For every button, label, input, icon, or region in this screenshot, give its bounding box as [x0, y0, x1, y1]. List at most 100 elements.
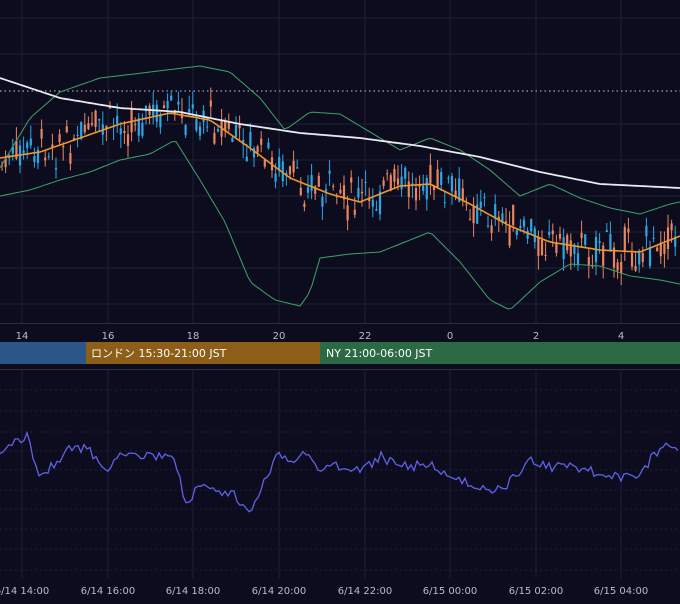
candle-body	[26, 142, 29, 149]
candle-body	[47, 156, 50, 158]
candle-body	[634, 266, 637, 271]
candle-body	[386, 173, 389, 175]
session-tokyo-block	[0, 342, 86, 364]
candle-body	[141, 122, 144, 136]
candle-body	[620, 261, 623, 273]
candle-body	[90, 123, 94, 125]
candle-body	[548, 231, 551, 236]
oscillator-axis-tick-label: 6/15 04:00	[594, 586, 648, 597]
candle-body	[321, 196, 324, 207]
candle-body	[206, 126, 209, 128]
candle-body	[65, 126, 68, 133]
session-bar: ロンドン 15:30-21:00 JST NY 21:00-06:00 JST	[0, 342, 680, 364]
chart-canvas[interactable]: 14 16 18 20 22 0 2 4 ロンドン 15:30-21:00 JS…	[0, 0, 680, 600]
candle-body	[353, 209, 356, 215]
candle-body	[260, 138, 263, 145]
candle-body	[310, 175, 313, 192]
candle-body	[306, 187, 310, 193]
candle-body	[440, 172, 443, 185]
candle-body	[249, 132, 252, 147]
candle-body	[429, 164, 432, 184]
candle-body	[216, 129, 220, 132]
candle-body	[400, 176, 403, 190]
candle-body	[339, 189, 342, 194]
candle-body	[630, 252, 634, 267]
candle-body	[33, 156, 36, 163]
candle-body	[116, 115, 119, 124]
candle-body	[119, 128, 122, 135]
candle-body	[191, 104, 194, 109]
candle-body	[486, 225, 490, 227]
candle-body	[324, 189, 328, 192]
candle-body	[425, 178, 428, 200]
candle-body	[530, 218, 533, 232]
price-axis-tick-label: 0	[447, 331, 453, 342]
candle-body	[666, 227, 670, 249]
candle-body	[422, 185, 425, 191]
candle-body	[40, 129, 43, 139]
candle-body	[512, 204, 515, 226]
price-axis-tick-label: 16	[102, 331, 115, 342]
candle-body	[296, 167, 299, 169]
candle-body	[274, 173, 277, 182]
candle-body	[87, 123, 90, 130]
candle-body	[623, 226, 626, 251]
candle-body	[332, 186, 335, 188]
candle-body	[83, 124, 86, 133]
candle-body	[519, 225, 522, 228]
candle-body	[551, 230, 554, 235]
candle-body	[598, 241, 601, 243]
candle-body	[670, 223, 673, 231]
candle-body	[170, 95, 173, 101]
candle-body	[479, 201, 482, 208]
candle-body	[656, 247, 659, 252]
candle-body	[234, 125, 238, 137]
candle-body	[450, 176, 454, 192]
candle-body	[544, 254, 547, 256]
candle-body	[256, 146, 259, 153]
candle-body	[231, 137, 234, 143]
candle-body	[580, 232, 583, 239]
candle-body	[98, 118, 101, 121]
candle-body	[267, 142, 270, 149]
candle-body	[562, 237, 565, 260]
candle-body	[494, 204, 497, 219]
candle-body	[393, 168, 396, 182]
candle-body	[209, 100, 212, 107]
candle-body	[663, 244, 666, 254]
oscillator-axis-tick-label: 6/15 00:00	[423, 586, 477, 597]
candle-body	[299, 187, 302, 195]
candle-body	[288, 166, 292, 175]
candle-body	[576, 253, 580, 265]
candle-body	[522, 219, 526, 227]
candle-body	[184, 125, 187, 136]
candle-body	[605, 230, 608, 232]
candle-body	[76, 135, 79, 136]
price-axis-tick-label: 14	[16, 331, 29, 342]
price-axis-tick-label: 2	[533, 331, 539, 342]
candle-body	[382, 180, 385, 186]
oscillator-axis-tick-label: 6/15 02:00	[509, 586, 563, 597]
oscillator-axis-tick-label: 6/14 14:00	[0, 586, 49, 597]
candle-body	[159, 114, 162, 128]
candle-body	[364, 182, 367, 183]
candle-body	[126, 134, 130, 146]
candle-body	[177, 101, 180, 105]
candle-body	[436, 169, 439, 188]
candle-body	[540, 239, 544, 256]
candle-body	[371, 199, 374, 207]
candle-body	[537, 237, 540, 256]
candle-body	[404, 167, 407, 179]
price-axis-tick-label: 4	[618, 331, 624, 342]
candle-body	[29, 138, 32, 146]
candle-body	[188, 109, 191, 113]
candle-body	[292, 160, 295, 173]
candle-body	[468, 218, 472, 220]
candle-body	[155, 104, 158, 122]
trading-chart[interactable]: 14 16 18 20 22 0 2 4 ロンドン 15:30-21:00 JS…	[0, 0, 680, 600]
candle-body	[414, 188, 418, 201]
candle-body	[407, 181, 410, 197]
candle-body	[627, 228, 630, 233]
candle-body	[94, 110, 97, 127]
candle-body	[375, 209, 378, 211]
